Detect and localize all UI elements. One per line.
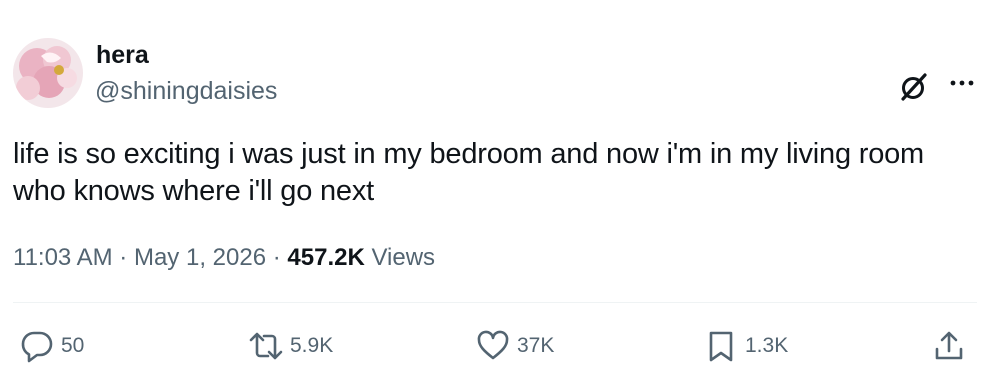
author-name[interactable]: hera xyxy=(96,40,149,70)
avatar-image xyxy=(13,38,83,108)
meta-separator: · xyxy=(272,244,281,271)
share-icon xyxy=(935,331,963,360)
tweet-meta: 11:03 AM · May 1, 2026 · 457.2K Views xyxy=(13,242,435,274)
tweet-date[interactable]: May 1, 2026 xyxy=(134,244,266,271)
views-label: Views xyxy=(371,244,436,271)
retweet-icon xyxy=(249,332,283,360)
views-count[interactable]: 457.2K xyxy=(287,244,364,271)
retweet-button[interactable]: 5.9K xyxy=(249,330,333,362)
grok-icon[interactable] xyxy=(897,70,931,104)
reply-icon xyxy=(21,331,53,363)
more-icon[interactable] xyxy=(945,66,979,100)
reply-count: 50 xyxy=(61,334,85,357)
bookmark-button[interactable]: 1.3K xyxy=(704,330,788,362)
tweet-time[interactable]: 11:03 AM xyxy=(13,244,113,271)
retweet-count: 5.9K xyxy=(290,334,334,357)
author-handle[interactable]: @shiningdaisies xyxy=(95,76,277,106)
bookmark-count: 1.3K xyxy=(745,334,789,357)
like-button[interactable]: 37K xyxy=(476,330,554,362)
tweet-text: life is so exciting i was just in my bed… xyxy=(13,136,973,210)
share-button[interactable] xyxy=(932,330,966,362)
tweet-text-line: life is so exciting i was just in my bed… xyxy=(13,138,925,170)
tweet-text-line: who knows where i'll go next xyxy=(13,175,375,207)
bookmark-icon xyxy=(709,331,733,362)
like-count: 37K xyxy=(517,334,555,357)
avatar[interactable] xyxy=(13,38,83,108)
meta-separator: · xyxy=(119,244,128,271)
reply-button[interactable]: 50 xyxy=(20,330,85,363)
divider xyxy=(13,302,977,303)
heart-icon xyxy=(477,330,509,360)
